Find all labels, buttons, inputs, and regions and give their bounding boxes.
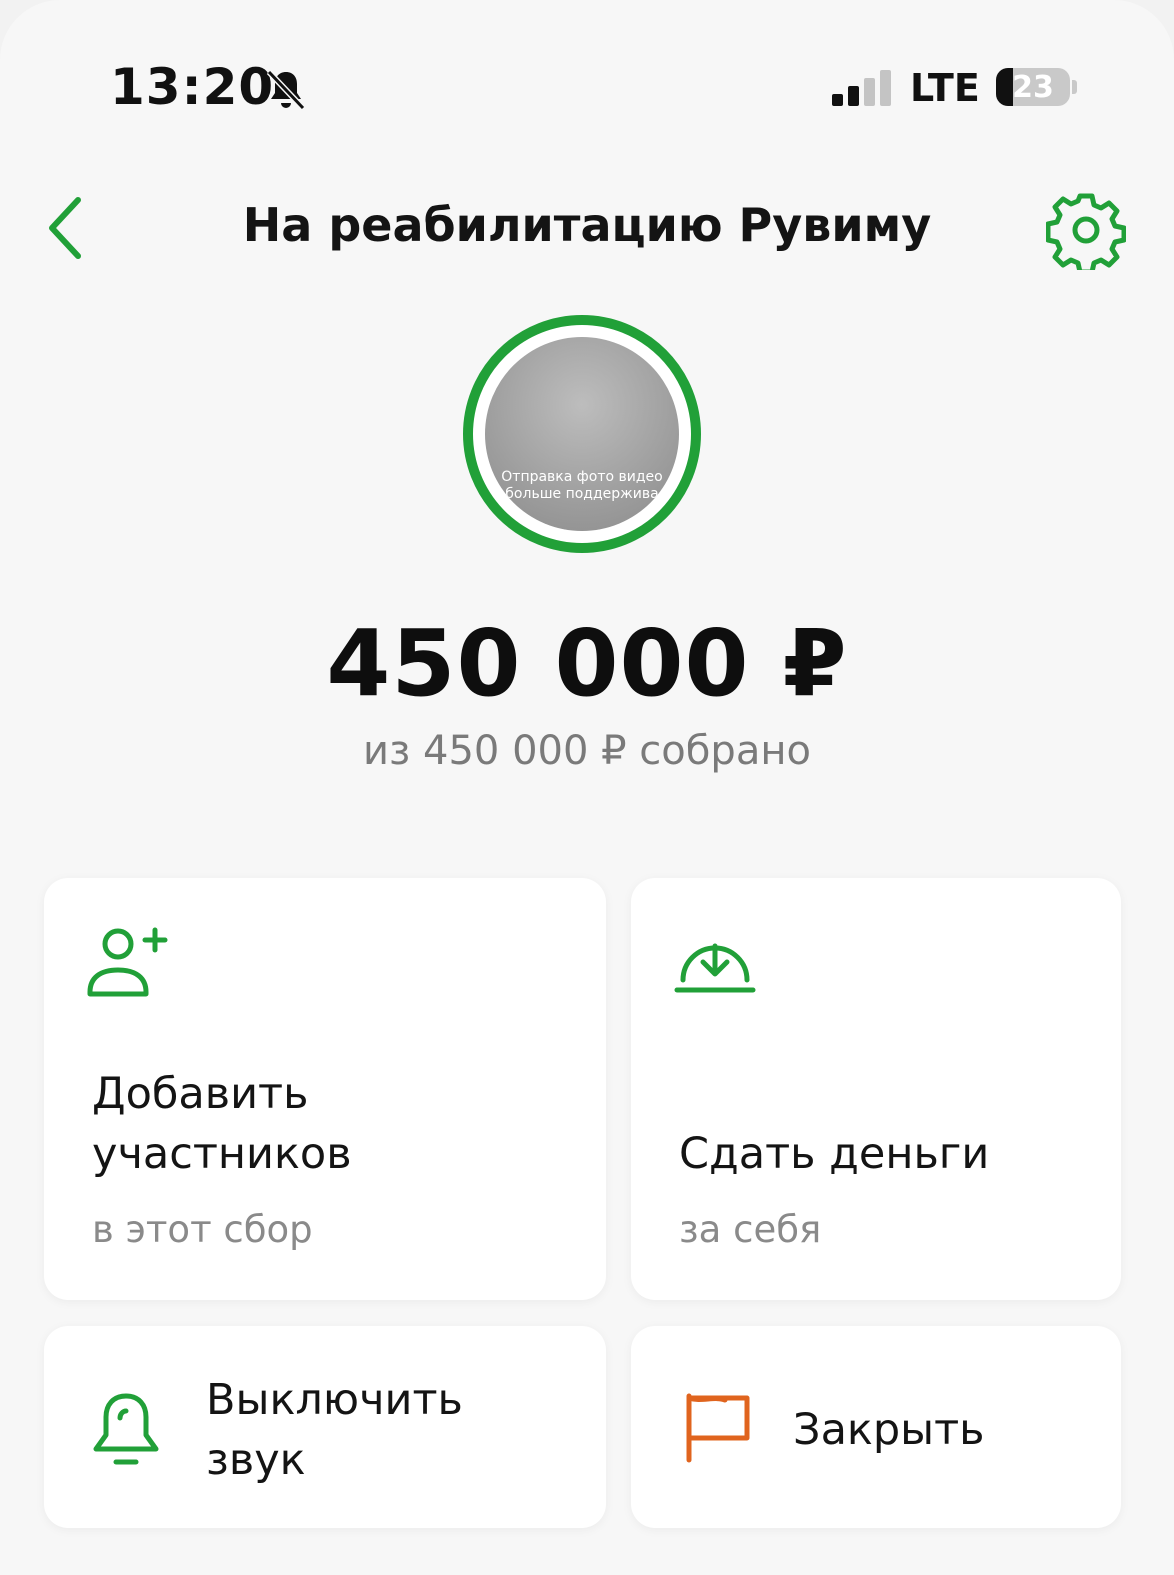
mute-title: Выключить звук <box>206 1375 463 1485</box>
add-members-subtitle: в этот сбор <box>92 1208 313 1251</box>
flag-icon <box>686 1393 750 1463</box>
pay-title: Сдать деньги <box>679 1129 990 1179</box>
download-circle-icon <box>674 943 756 993</box>
battery-nub <box>1072 80 1077 94</box>
settings-button[interactable] <box>1045 190 1127 275</box>
close-title: Закрыть <box>793 1405 985 1455</box>
pay-card[interactable]: Сдать деньги за себя <box>631 878 1121 1300</box>
network-type: LTE <box>910 66 980 110</box>
signal-bar <box>864 78 875 106</box>
battery-icon: 23 <box>996 68 1070 106</box>
bell-icon <box>93 1393 159 1465</box>
avatar-caption: Отправка фото видео больше поддержива <box>501 469 663 502</box>
mute-card[interactable]: Выключить звук <box>44 1326 606 1528</box>
app-screen: 13:20 LTE 23 На реабилитацию Рувиму Отпр… <box>0 0 1174 1575</box>
avatar-photo: Отправка фото видео больше поддержива <box>485 337 679 531</box>
chevron-left-icon <box>49 197 81 259</box>
status-time: 13:20 <box>110 58 275 116</box>
pay-subtitle: за себя <box>679 1208 822 1251</box>
page-title: На реабилитацию Рувиму <box>242 198 932 252</box>
collected-amount: 450 000 ₽ <box>326 610 848 717</box>
add-user-icon <box>87 927 168 997</box>
gear-icon <box>1045 193 1127 275</box>
signal-bar <box>880 70 891 106</box>
add-members-title: Добавить участников <box>92 1069 352 1179</box>
back-button[interactable] <box>40 190 100 266</box>
bell-off-icon <box>266 69 306 111</box>
battery-percent: 23 <box>1012 70 1054 105</box>
fundraiser-avatar[interactable]: Отправка фото видео больше поддержива <box>463 315 701 553</box>
signal-bar <box>832 94 843 106</box>
signal-bar <box>848 86 859 106</box>
add-members-card[interactable]: Добавить участников в этот сбор <box>44 878 606 1300</box>
signal-strength-icon <box>832 70 891 106</box>
collected-label: из 450 000 ₽ собрано <box>363 728 811 774</box>
close-card[interactable]: Закрыть <box>631 1326 1121 1528</box>
